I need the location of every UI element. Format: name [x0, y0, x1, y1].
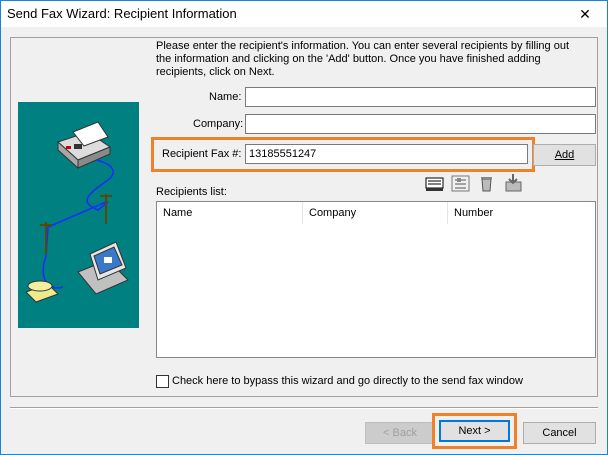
next-button[interactable]: Next > [439, 420, 510, 442]
instructions-text: Please enter the recipient's information… [156, 40, 570, 78]
company-label: Company: [193, 118, 244, 130]
list-details-icon[interactable] [449, 172, 472, 194]
add-button[interactable]: Add [533, 144, 596, 166]
window-title: Send Fax Wizard: Recipient Information [7, 6, 237, 21]
column-header-number[interactable]: Number [448, 202, 595, 224]
fax-network-image [25, 121, 129, 303]
name-field[interactable] [245, 87, 596, 107]
company-field[interactable] [245, 114, 596, 134]
delete-recipient-icon[interactable] [475, 172, 498, 194]
fax-number-field[interactable]: 13185551247 [245, 144, 528, 164]
address-book-icon[interactable] [423, 172, 446, 194]
close-icon[interactable]: ✕ [563, 1, 607, 27]
fax-label: Recipient Fax #: [162, 148, 242, 160]
name-label: Name: [209, 91, 242, 103]
recipients-list[interactable]: Name Company Number [156, 201, 596, 358]
footer-separator-highlight [10, 408, 598, 409]
recipients-list-label: Recipients list: [156, 186, 227, 198]
fax-illustration [18, 102, 139, 328]
import-recipients-icon[interactable] [502, 172, 525, 194]
column-header-company[interactable]: Company [303, 202, 448, 224]
bypass-label: Check here to bypass this wizard and go … [172, 375, 523, 387]
add-button-label: Add [554, 149, 575, 161]
column-header-name[interactable]: Name [157, 202, 303, 224]
bypass-checkbox[interactable] [156, 375, 169, 388]
title-bar[interactable]: Send Fax Wizard: Recipient Information ✕ [1, 1, 607, 27]
cancel-button[interactable]: Cancel [523, 422, 596, 444]
back-button[interactable]: < Back [365, 422, 435, 444]
